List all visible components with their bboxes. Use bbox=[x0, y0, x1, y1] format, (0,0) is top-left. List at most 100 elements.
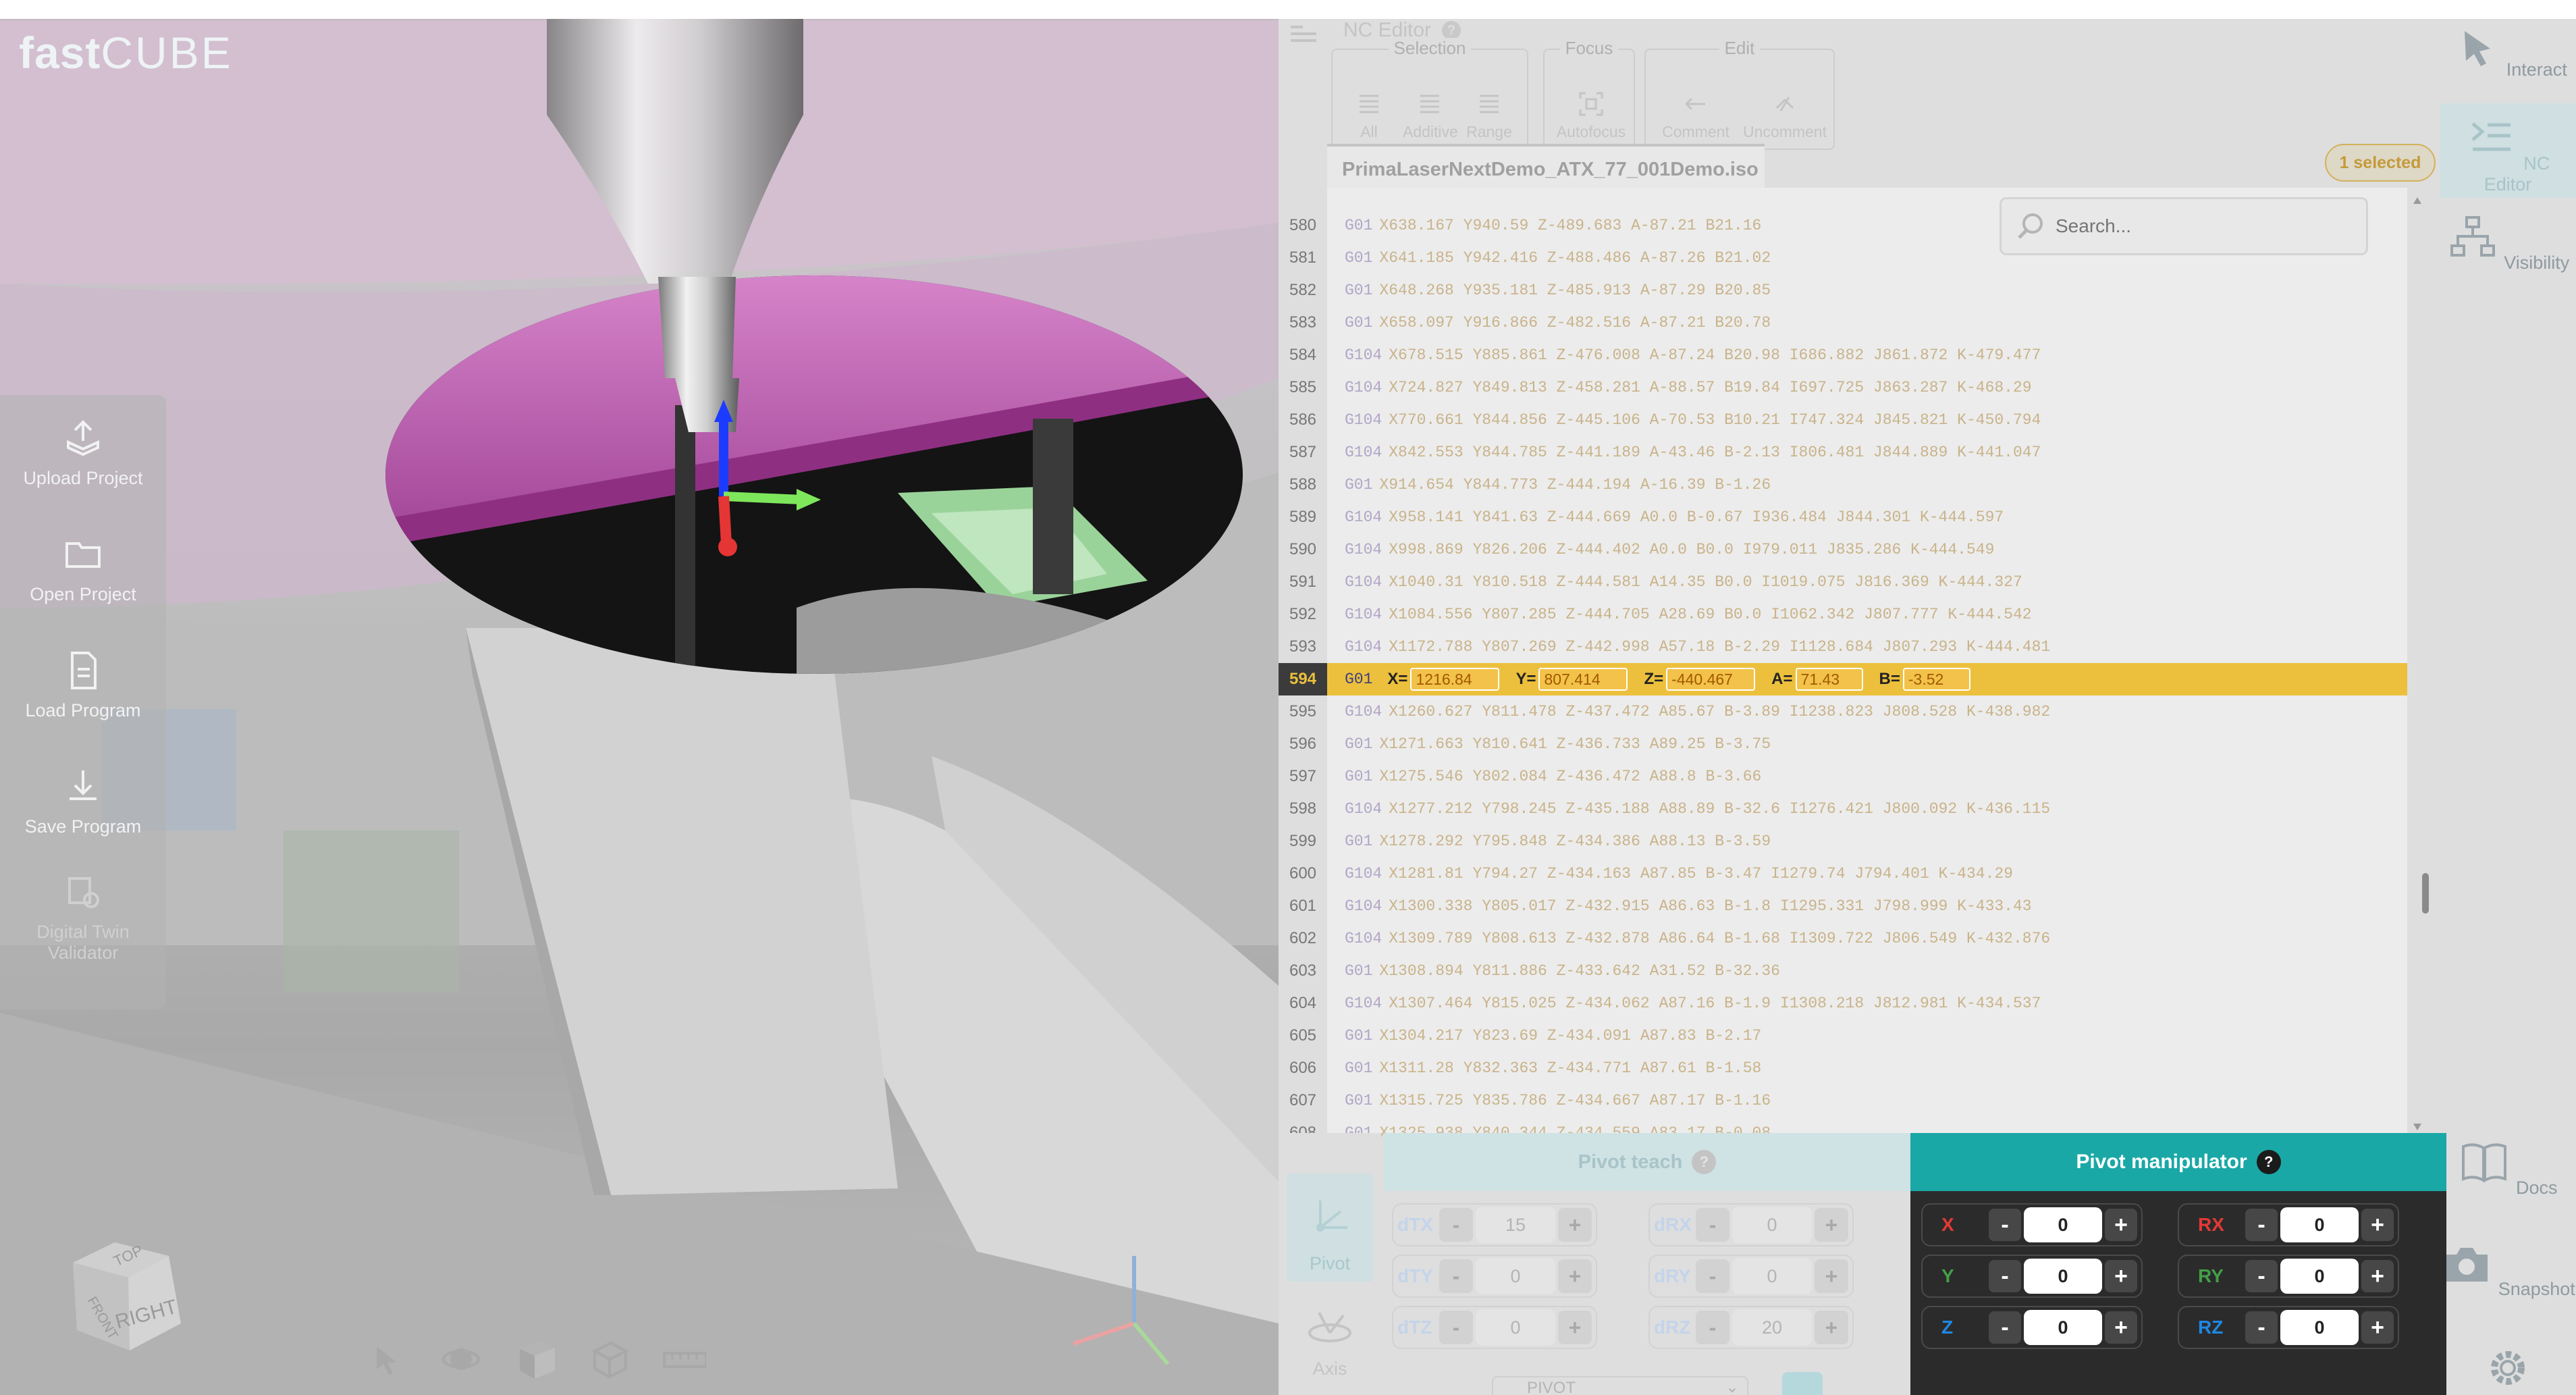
code-line[interactable]: 607 G01 X1315.725 Y835.786 Z-434.667 A87.1… bbox=[1279, 1084, 2407, 1117]
code-line[interactable]: 606 G01 X1311.28 Y832.363 Z-434.771 A87.61… bbox=[1279, 1052, 2407, 1084]
code-line[interactable]: 586 G104 X770.661 Y844.856 Z-445.106 A-70.… bbox=[1279, 404, 2407, 436]
select-all-button[interactable]: All bbox=[1342, 90, 1396, 141]
search-box[interactable] bbox=[2000, 197, 2368, 255]
code-line[interactable]: 589 G104 X958.141 Y841.63 Z-444.669 A0.0 B… bbox=[1279, 501, 2407, 533]
search-input[interactable] bbox=[2056, 215, 2353, 237]
increment-button[interactable]: + bbox=[1815, 1311, 1848, 1344]
comment-button[interactable]: Comment bbox=[1655, 90, 1736, 141]
code-line-active[interactable]: 594 G01 X= Y= Z= A= B= bbox=[1279, 663, 2407, 695]
code-line[interactable]: 582 G01 X648.268 Y935.181 Z-485.913 A-87.2… bbox=[1279, 274, 2407, 307]
code-line[interactable]: 598 G104 X1277.212 Y798.245 Z-435.188 A88.… bbox=[1279, 793, 2407, 825]
manip-value[interactable]: 0 bbox=[2024, 1259, 2102, 1294]
axis-mode-button[interactable]: Axis bbox=[1287, 1302, 1373, 1395]
teach-value[interactable]: 20 bbox=[1732, 1309, 1812, 1346]
increment-button[interactable]: + bbox=[2105, 1311, 2137, 1344]
teach-value[interactable]: 0 bbox=[1476, 1309, 1555, 1346]
measure-icon[interactable] bbox=[662, 1337, 706, 1381]
load-program-button[interactable]: Load Program bbox=[0, 627, 166, 743]
teach-value[interactable]: 0 bbox=[1732, 1207, 1812, 1243]
code-line[interactable]: 585 G104 X724.827 Y849.813 Z-458.281 A-88.… bbox=[1279, 371, 2407, 404]
increment-button[interactable]: + bbox=[2361, 1209, 2394, 1241]
manip-value[interactable]: 0 bbox=[2024, 1310, 2102, 1345]
pivot-dropdown[interactable]: PIVOT ⌄ bbox=[1492, 1376, 1748, 1395]
decrement-button[interactable]: - bbox=[1439, 1208, 1473, 1242]
nc-editor-button[interactable]: NC Editor bbox=[2440, 103, 2576, 198]
pivot-mode-button[interactable]: Pivot bbox=[1287, 1174, 1373, 1282]
orbit-icon[interactable] bbox=[439, 1337, 483, 1381]
code-line[interactable]: 599 G01 X1278.292 Y795.848 Z-434.386 A88.1… bbox=[1279, 825, 2407, 858]
docs-button[interactable]: Docs bbox=[2440, 1140, 2576, 1234]
code-line[interactable]: 587 G104 X842.553 Y844.785 Z-441.189 A-43.… bbox=[1279, 436, 2407, 469]
3d-viewport[interactable]: fastCUBE Upload Project Open Project Loa… bbox=[0, 0, 1279, 1395]
pivot-apply-button[interactable] bbox=[1782, 1372, 1823, 1395]
code-line[interactable]: 601 G104 X1300.338 Y805.017 Z-432.915 A86.… bbox=[1279, 890, 2407, 922]
code-line[interactable]: 597 G01 X1275.546 Y802.084 Z-436.472 A88.8… bbox=[1279, 760, 2407, 793]
increment-button[interactable]: + bbox=[2361, 1260, 2394, 1292]
decrement-button[interactable]: - bbox=[1696, 1311, 1729, 1344]
code-line[interactable]: 583 G01 X658.097 Y916.866 Z-482.516 A-87.2… bbox=[1279, 307, 2407, 339]
decrement-button[interactable]: - bbox=[1989, 1209, 2021, 1241]
code-line[interactable]: 584 G104 X678.515 Y885.861 Z-476.008 A-87.… bbox=[1279, 339, 2407, 371]
teach-value[interactable]: 15 bbox=[1476, 1207, 1555, 1243]
code-line[interactable]: 600 G104 X1281.81 Y794.27 Z-434.163 A87.85… bbox=[1279, 858, 2407, 890]
decrement-button[interactable]: - bbox=[1989, 1311, 2021, 1344]
code-line[interactable]: 593 G104 X1172.788 Y807.269 Z-442.998 A57.… bbox=[1279, 631, 2407, 663]
coord-input-x[interactable] bbox=[1410, 668, 1500, 691]
code-line[interactable]: 592 G104 X1084.556 Y807.285 Z-444.705 A28.… bbox=[1279, 598, 2407, 631]
select-range-button[interactable]: Range bbox=[1462, 90, 1516, 141]
decrement-button[interactable]: - bbox=[1696, 1259, 1729, 1293]
code-line[interactable]: 603 G01 X1308.894 Y811.886 Z-433.642 A31.5… bbox=[1279, 955, 2407, 987]
decrement-button[interactable]: - bbox=[1439, 1259, 1473, 1293]
increment-button[interactable]: + bbox=[1815, 1259, 1848, 1293]
coord-input-a[interactable] bbox=[1795, 668, 1863, 691]
manip-value[interactable]: 0 bbox=[2280, 1310, 2359, 1345]
interact-button[interactable]: Interact bbox=[2440, 19, 2576, 103]
increment-button[interactable]: + bbox=[1558, 1259, 1592, 1293]
code-line[interactable]: 596 G01 X1271.663 Y810.641 Z-436.733 A89.2… bbox=[1279, 728, 2407, 760]
coord-input-z[interactable] bbox=[1666, 668, 1756, 691]
manip-value[interactable]: 0 bbox=[2280, 1207, 2359, 1242]
teach-value[interactable]: 0 bbox=[1476, 1258, 1555, 1294]
increment-button[interactable]: + bbox=[2361, 1311, 2394, 1344]
increment-button[interactable]: + bbox=[2105, 1209, 2137, 1241]
snapshot-button[interactable]: Snapshot bbox=[2440, 1241, 2576, 1336]
increment-button[interactable]: + bbox=[1558, 1311, 1592, 1344]
file-tab[interactable]: PrimaLaserNextDemo_ATX_77_001Demo.iso bbox=[1327, 144, 1765, 188]
coord-input-b[interactable] bbox=[1902, 668, 1970, 691]
increment-button[interactable]: + bbox=[1558, 1208, 1592, 1242]
view-cube[interactable]: TOP FRONT RIGHT bbox=[68, 1236, 189, 1364]
decrement-button[interactable]: - bbox=[2245, 1311, 2278, 1344]
pivot-manipulator-help-icon[interactable]: ? bbox=[2256, 1150, 2281, 1174]
open-project-button[interactable]: Open Project bbox=[0, 511, 166, 627]
decrement-button[interactable]: - bbox=[1989, 1260, 2021, 1292]
select-arrow-icon[interactable] bbox=[365, 1337, 409, 1381]
code-line[interactable]: 605 G01 X1304.217 Y823.69 Z-434.091 A87.83… bbox=[1279, 1020, 2407, 1052]
code-line[interactable]: 591 G104 X1040.31 Y810.518 Z-444.581 A14.3… bbox=[1279, 566, 2407, 598]
manip-value[interactable]: 0 bbox=[2280, 1259, 2359, 1294]
code-line[interactable]: 590 G104 X998.869 Y826.206 Z-444.402 A0.0 … bbox=[1279, 533, 2407, 566]
solid-cube-icon[interactable] bbox=[513, 1337, 558, 1381]
increment-button[interactable]: + bbox=[1815, 1208, 1848, 1242]
pivot-teach-tab[interactable]: Pivot teach ? bbox=[1384, 1133, 1910, 1191]
manip-value[interactable]: 0 bbox=[2024, 1207, 2102, 1242]
upload-project-button[interactable]: Upload Project bbox=[0, 395, 166, 511]
code-line[interactable]: 595 G104 X1260.627 Y811.478 Z-437.472 A85.… bbox=[1279, 695, 2407, 728]
settings-button[interactable] bbox=[2440, 1342, 2576, 1395]
save-program-button[interactable]: Save Program bbox=[0, 743, 166, 860]
increment-button[interactable]: + bbox=[2105, 1260, 2137, 1292]
coord-input-y[interactable] bbox=[1538, 668, 1628, 691]
autofocus-button[interactable]: Autofocus bbox=[1554, 90, 1628, 141]
pivot-teach-help-icon[interactable]: ? bbox=[1692, 1150, 1717, 1174]
decrement-button[interactable]: - bbox=[2245, 1209, 2278, 1241]
code-line[interactable]: 602 G104 X1309.789 Y808.613 Z-432.878 A86.… bbox=[1279, 922, 2407, 955]
uncomment-button[interactable]: Uncomment bbox=[1743, 90, 1827, 141]
scrollbar-thumb[interactable] bbox=[2422, 873, 2429, 914]
pivot-manipulator-tab[interactable]: Pivot manipulator ? bbox=[1910, 1133, 2446, 1191]
editor-menu-icon[interactable] bbox=[1288, 23, 1319, 47]
wireframe-cube-icon[interactable] bbox=[587, 1337, 632, 1381]
machine-scene[interactable] bbox=[0, 0, 1279, 1395]
digital-twin-validator-button[interactable]: Digital Twin Validator bbox=[0, 860, 166, 976]
code-scrollbar[interactable] bbox=[2410, 196, 2425, 1132]
decrement-button[interactable]: - bbox=[1439, 1311, 1473, 1344]
visibility-button[interactable]: Visibility bbox=[2440, 215, 2576, 309]
